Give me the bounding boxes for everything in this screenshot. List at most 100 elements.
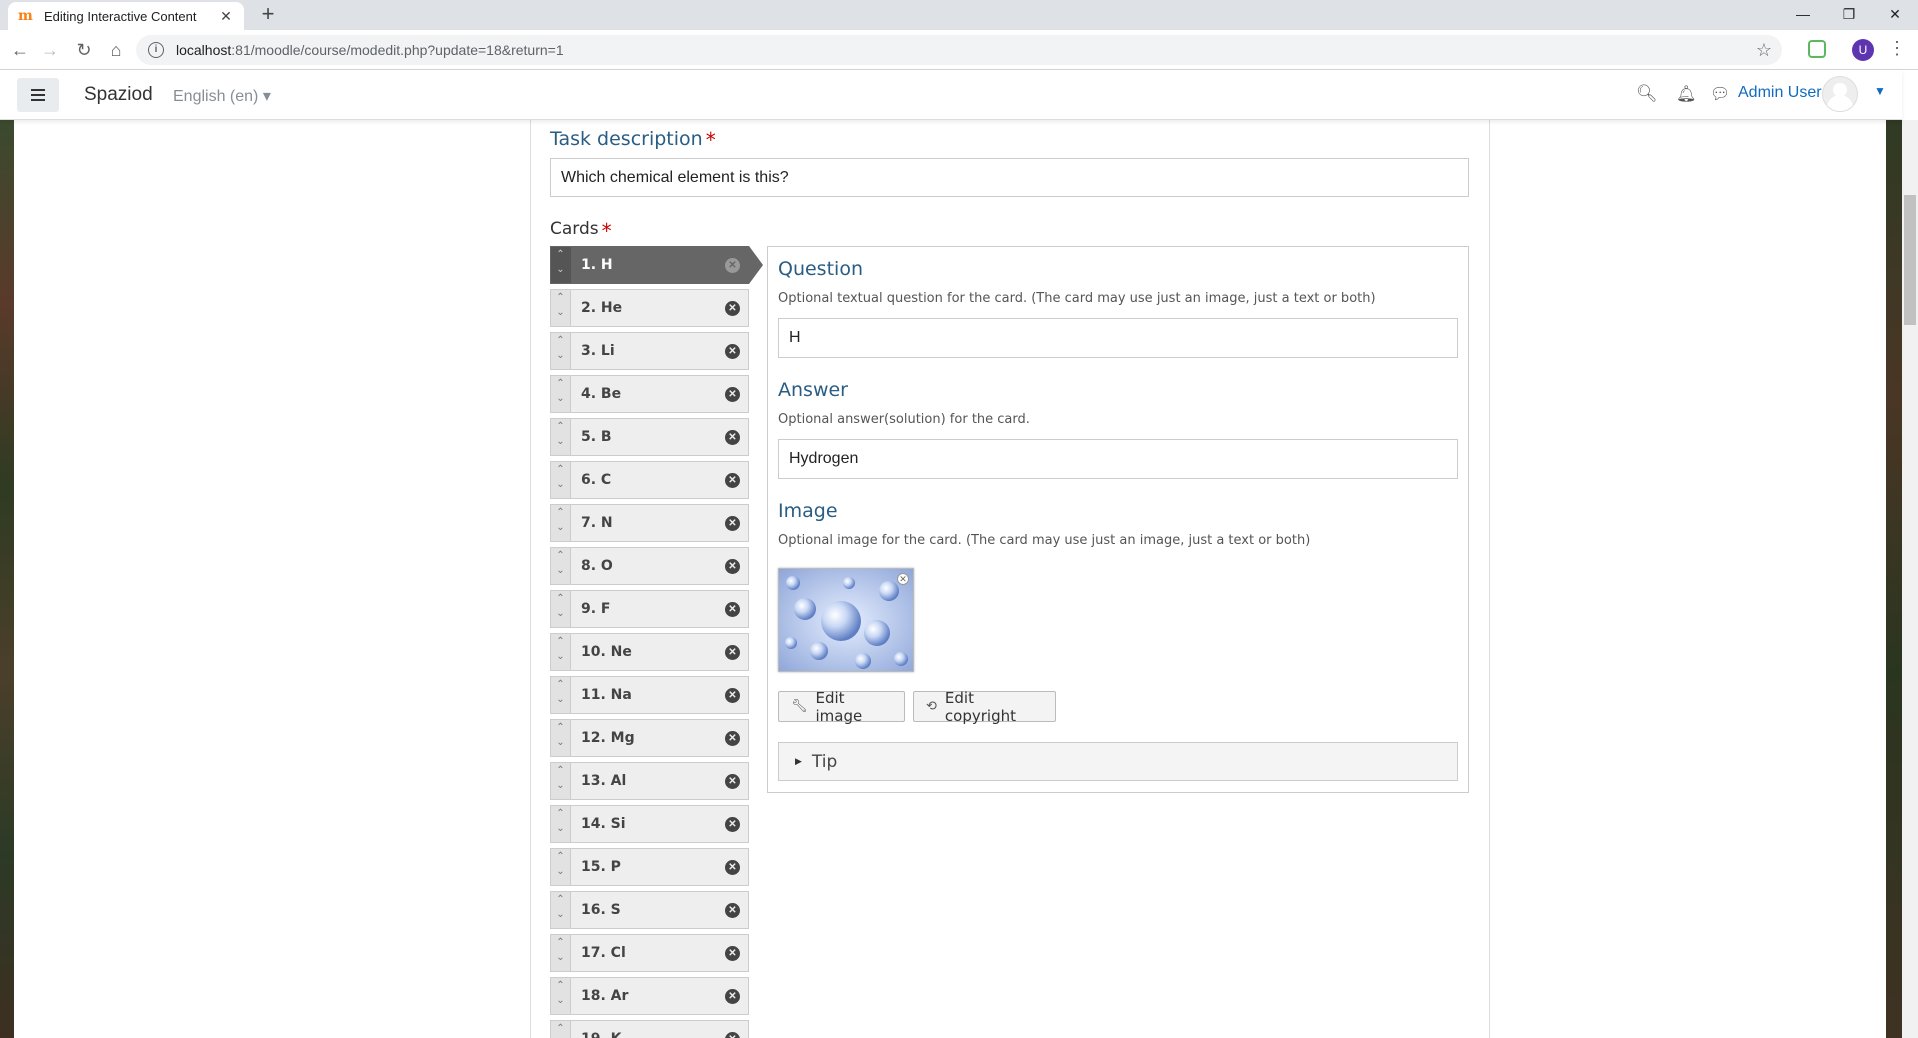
reorder-arrows-icon[interactable]: ⌃⌄ [551,978,571,1014]
edit-copyright-button[interactable]: ⟲ Edit copyright [913,688,1056,725]
remove-card-icon[interactable]: ✕ [725,516,740,531]
card-label: 17. Cl [581,945,626,961]
remove-card-icon[interactable]: ✕ [725,731,740,746]
tip-collapsible[interactable]: ▶ Tip [778,742,1458,781]
card-list-item[interactable]: ⌃ ⌄ 11. Na ✕ [550,676,749,714]
remove-card-icon[interactable]: ✕ [725,559,740,574]
remove-card-icon[interactable]: ✕ [725,258,740,273]
card-list-item[interactable]: ⌃⌄ 19. K ✕ [550,1020,749,1038]
user-menu-name[interactable]: Admin User [1738,84,1822,102]
reorder-arrows-icon[interactable]: ⌃⌄ [551,548,571,584]
card-list-item[interactable]: ⌃ ⌄ 2. He ✕ [550,289,749,327]
reorder-arrows-icon[interactable]: ⌃⌄ [551,505,571,541]
bookmark-star-icon[interactable]: ☆ [1756,40,1772,61]
remove-card-icon[interactable]: ✕ [725,688,740,703]
card-list-item[interactable]: ⌃ ⌄ 14. Si ✕ [550,805,749,843]
task-description-input[interactable]: Which chemical element is this? [550,158,1469,197]
remove-card-icon[interactable]: ✕ [725,903,740,918]
reorder-arrows-icon[interactable]: ⌃⌄ [551,634,571,670]
remove-card-icon[interactable]: ✕ [725,602,740,617]
extension-icon[interactable] [1808,40,1826,58]
card-list-item[interactable]: ⌃ ⌄ 15. P ✕ [550,848,749,886]
close-window-icon[interactable]: ✕ [1872,0,1918,30]
new-tab-button[interactable]: + [256,3,280,27]
edit-image-button[interactable]: 🔧︎ Edit image [778,689,905,725]
notification-bell-icon[interactable]: 🔔︎ [1676,84,1696,104]
card-list-item[interactable]: ⌃ ⌄ 12. Mg ✕ [550,719,749,757]
reorder-arrows-icon[interactable]: ⌃⌄ [551,247,571,283]
card-list-item[interactable]: ⌃ ⌄ 17. Cl ✕ [550,934,749,972]
remove-card-icon[interactable]: ✕ [725,344,740,359]
remove-card-icon[interactable]: ✕ [725,645,740,660]
reorder-arrows-icon[interactable]: ⌃⌄ [551,935,571,971]
browser-tab[interactable]: m Editing Interactive Content ✕ [8,2,244,30]
reorder-arrows-icon[interactable]: ⌃⌄ [551,462,571,498]
reorder-arrows-icon[interactable]: ⌃⌄ [551,720,571,756]
card-list-item[interactable]: ⌃ ⌄ 3. Li ✕ [550,332,749,370]
card-image-thumbnail[interactable]: ✕ [778,568,914,672]
card-list-item[interactable]: ⌃ ⌄ 13. Al ✕ [550,762,749,800]
language-menu[interactable]: English (en) ▾ [173,86,271,106]
user-menu-caret-icon[interactable]: ▼ [1874,84,1886,98]
hamburger-menu-icon[interactable] [17,78,59,112]
question-input[interactable]: H [778,318,1458,358]
remove-card-icon[interactable]: ✕ [725,817,740,832]
browser-menu-icon[interactable]: ⋮ [1888,38,1906,59]
copyright-icon: ⟲ [926,699,937,714]
remove-card-icon[interactable]: ✕ [725,774,740,789]
reorder-arrows-icon[interactable]: ⌃⌄ [551,849,571,885]
reorder-arrows-icon[interactable]: ⌃⌄ [551,763,571,799]
profile-avatar[interactable]: U [1852,39,1874,61]
site-info-icon[interactable]: i [148,42,164,58]
reorder-arrows-icon[interactable]: ⌃⌄ [551,290,571,326]
answer-input[interactable]: Hydrogen [778,439,1458,479]
card-list-item[interactable]: ⌃ ⌄ 10. Ne ✕ [550,633,749,671]
reorder-arrows-icon[interactable]: ⌃⌄ [551,333,571,369]
card-list-item[interactable]: ⌃ ⌄ 7. N ✕ [550,504,749,542]
url-path: :81/moodle/course/modedit.php?update=18&… [231,42,564,58]
reorder-arrows-icon[interactable]: ⌃⌄ [551,806,571,842]
remove-card-icon[interactable]: ✕ [725,1032,740,1038]
messages-icon[interactable]: 💬︎ [1710,84,1730,104]
card-list-item[interactable]: ⌃ ⌄ 5. B ✕ [550,418,749,456]
close-tab-icon[interactable]: ✕ [218,8,234,25]
card-list-item[interactable]: ⌃ ⌄ 4. Be ✕ [550,375,749,413]
reorder-arrows-icon[interactable]: ⌃⌄ [551,591,571,627]
answer-description: Optional answer(solution) for the card. [778,412,1030,427]
card-list-item[interactable]: ⌃ ⌄ 18. Ar ✕ [550,977,749,1015]
remove-card-icon[interactable]: ✕ [725,387,740,402]
reorder-arrows-icon[interactable]: ⌃⌄ [551,677,571,713]
reorder-arrows-icon[interactable]: ⌃⌄ [551,1021,571,1038]
remove-card-icon[interactable]: ✕ [725,946,740,961]
card-list-item[interactable]: ⌃ ⌄ 1. H ✕ [550,246,763,284]
card-list-item[interactable]: ⌃ ⌄ 6. C ✕ [550,461,749,499]
remove-card-icon[interactable]: ✕ [725,989,740,1004]
image-description: Optional image for the card. (The card m… [778,533,1311,548]
address-bar[interactable]: i localhost:81/moodle/course/modedit.php… [136,35,1782,65]
card-list-item[interactable]: ⌃ ⌄ 9. F ✕ [550,590,749,628]
card-list-item[interactable]: ⌃ ⌄ 16. S ✕ [550,891,749,929]
site-name[interactable]: Spaziod [84,84,153,106]
remove-image-icon[interactable]: ✕ [897,573,909,585]
reload-icon[interactable]: ↻ [72,38,96,62]
minimize-icon[interactable]: — [1780,0,1826,30]
reorder-arrows-icon[interactable]: ⌃⌄ [551,376,571,412]
restore-icon[interactable]: ❐ [1826,0,1872,30]
remove-card-icon[interactable]: ✕ [725,430,740,445]
remove-card-icon[interactable]: ✕ [725,301,740,316]
card-label: 13. Al [581,773,627,789]
search-icon[interactable]: 🔍︎ [1636,84,1658,104]
card-label: 7. N [581,515,613,531]
card-list-item[interactable]: ⌃ ⌄ 8. O ✕ [550,547,749,585]
card-label: 6. C [581,472,612,488]
scrollbar-thumb[interactable] [1904,195,1916,325]
back-icon[interactable]: ← [8,38,32,62]
remove-card-icon[interactable]: ✕ [725,860,740,875]
edit-copyright-label: Edit copyright [944,688,1016,725]
user-avatar[interactable] [1822,76,1858,112]
remove-card-icon[interactable]: ✕ [725,473,740,488]
reorder-arrows-icon[interactable]: ⌃⌄ [551,892,571,928]
reorder-arrows-icon[interactable]: ⌃⌄ [551,419,571,455]
home-icon[interactable]: ⌂ [104,38,128,62]
forward-icon[interactable]: → [38,38,62,62]
